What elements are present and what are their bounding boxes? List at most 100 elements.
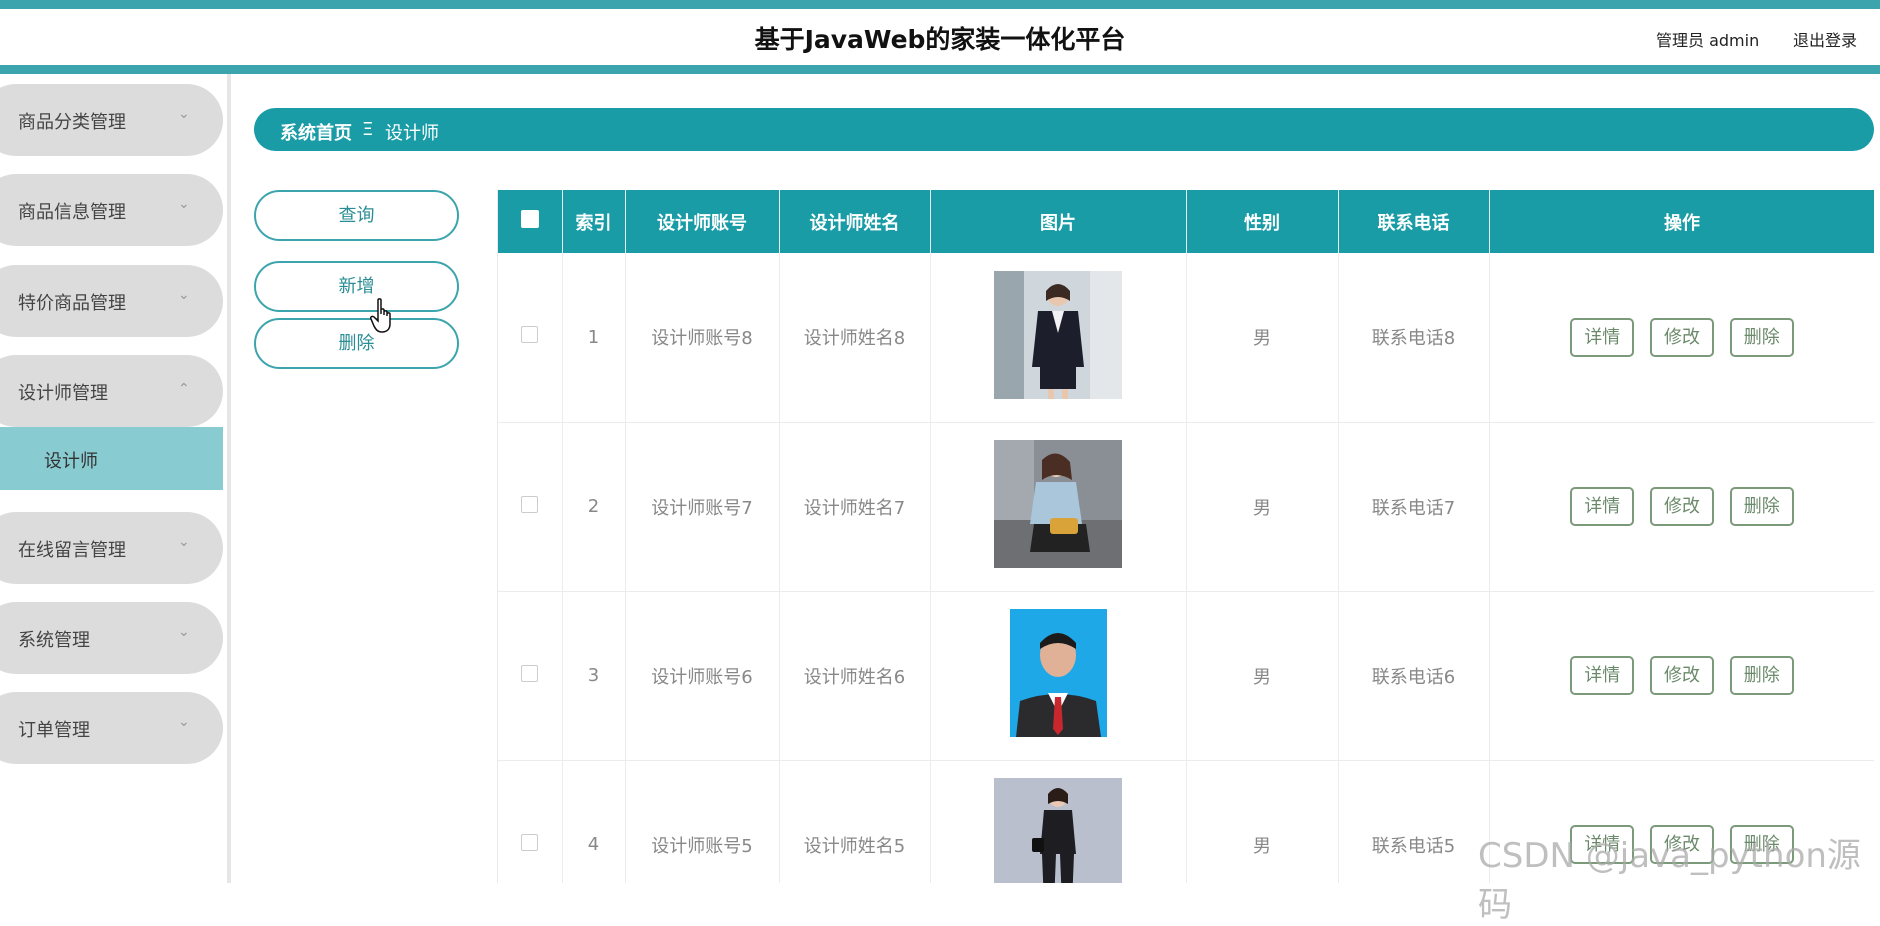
table-row: 1 设计师账号8 设计师姓名8 男 联系电话8 详情 修改 删除 bbox=[498, 253, 1874, 423]
designer-photo bbox=[994, 778, 1122, 883]
row-select-cell bbox=[498, 591, 563, 761]
sidebar-item-label: 商品信息管理 bbox=[18, 202, 126, 223]
index-cell: 2 bbox=[562, 422, 626, 592]
breadcrumb-home[interactable]: 系统首页 bbox=[280, 119, 352, 145]
operations-cell: 详情 修改 删除 bbox=[1489, 591, 1874, 761]
sidebar-subitem-label: 设计师 bbox=[44, 451, 98, 472]
logout-link[interactable]: 退出登录 bbox=[1793, 27, 1857, 51]
table-header-row: 索引 设计师账号 设计师姓名 图片 性别 联系电话 操作 bbox=[498, 190, 1874, 253]
chevron-down-icon: ⌄ bbox=[178, 106, 190, 122]
column-header: 索引 bbox=[562, 190, 626, 253]
table-row: 2 设计师账号7 设计师姓名7 男 联系电话7 详情 修改 删除 bbox=[498, 422, 1874, 592]
header-accent-line bbox=[0, 65, 1880, 74]
sidebar-item-product-category[interactable]: 商品分类管理 ⌄ bbox=[0, 84, 223, 156]
designer-photo bbox=[1009, 609, 1107, 737]
index-cell: 4 bbox=[562, 760, 626, 883]
select-all-checkbox[interactable] bbox=[520, 210, 539, 228]
photo-cell bbox=[930, 760, 1187, 883]
sidebar-item-label: 订单管理 bbox=[18, 720, 90, 741]
detail-button[interactable]: 详情 bbox=[1570, 487, 1635, 526]
name-cell: 设计师姓名7 bbox=[779, 422, 931, 592]
index-cell: 1 bbox=[562, 253, 626, 423]
sidebar-divider bbox=[227, 74, 231, 883]
designer-table: 索引 设计师账号 设计师姓名 图片 性别 联系电话 操作 1 设计师账号8 设计… bbox=[497, 190, 1874, 883]
edit-button[interactable]: 修改 bbox=[1650, 317, 1714, 357]
query-button[interactable]: 查询 bbox=[254, 190, 459, 241]
row-delete-button[interactable]: 删除 bbox=[1729, 487, 1794, 526]
gender-cell: 男 bbox=[1186, 422, 1339, 592]
breadcrumb: 系统首页 Ξ 设计师 bbox=[254, 108, 1874, 151]
detail-button[interactable]: 详情 bbox=[1570, 317, 1635, 357]
photo-cell bbox=[930, 253, 1187, 423]
row-checkbox[interactable] bbox=[521, 495, 539, 513]
column-header: 性别 bbox=[1186, 190, 1339, 253]
sidebar-item-order[interactable]: 订单管理 ⌄ bbox=[0, 692, 223, 764]
phone-cell: 联系电话7 bbox=[1338, 422, 1490, 592]
delete-button[interactable]: 删除 bbox=[254, 318, 459, 369]
phone-cell: 联系电话6 bbox=[1338, 591, 1490, 761]
chevron-up-icon: ⌃ bbox=[178, 381, 190, 397]
detail-button[interactable]: 详情 bbox=[1570, 656, 1635, 695]
sidebar-item-label: 设计师管理 bbox=[18, 383, 108, 404]
row-checkbox[interactable] bbox=[521, 833, 539, 851]
account-cell: 设计师账号8 bbox=[625, 253, 780, 423]
name-cell: 设计师姓名5 bbox=[779, 760, 931, 883]
phone-cell: 联系电话8 bbox=[1338, 253, 1490, 423]
chevron-down-icon: ⌄ bbox=[178, 287, 190, 303]
sidebar-item-label: 在线留言管理 bbox=[18, 540, 126, 561]
sidebar-item-system[interactable]: 系统管理 ⌄ bbox=[0, 602, 223, 674]
sidebar-item-label: 系统管理 bbox=[18, 630, 90, 651]
column-header: 操作 bbox=[1489, 190, 1874, 253]
account-cell: 设计师账号6 bbox=[625, 591, 780, 761]
designer-photo bbox=[994, 440, 1122, 568]
row-select-cell bbox=[498, 760, 563, 883]
account-cell: 设计师账号5 bbox=[625, 760, 780, 883]
row-delete-button[interactable]: 删除 bbox=[1729, 656, 1794, 695]
sidebar-item-label: 特价商品管理 bbox=[18, 293, 126, 314]
admin-label: 管理员 admin bbox=[1656, 31, 1760, 50]
photo-cell bbox=[930, 422, 1187, 592]
gender-cell: 男 bbox=[1186, 253, 1339, 423]
edit-button[interactable]: 修改 bbox=[1650, 656, 1714, 695]
chevron-down-icon: ⌄ bbox=[178, 534, 190, 550]
breadcrumb-separator-icon: Ξ bbox=[362, 119, 374, 140]
hand-cursor-icon bbox=[370, 298, 391, 333]
sidebar-subitem-designer[interactable]: 设计师 bbox=[0, 427, 223, 490]
account-cell: 设计师账号7 bbox=[625, 422, 780, 592]
sidebar-item-product-info[interactable]: 商品信息管理 ⌄ bbox=[0, 174, 223, 246]
table-row: 3 设计师账号6 设计师姓名6 男 联系电话6 详情 修改 删除 bbox=[498, 591, 1874, 761]
index-cell: 3 bbox=[562, 591, 626, 761]
name-cell: 设计师姓名8 bbox=[779, 253, 931, 423]
row-select-cell bbox=[498, 253, 563, 423]
gender-cell: 男 bbox=[1186, 760, 1339, 883]
gender-cell: 男 bbox=[1186, 591, 1339, 761]
row-checkbox[interactable] bbox=[521, 664, 539, 682]
column-header: 设计师账号 bbox=[625, 190, 780, 253]
add-button[interactable]: 新增 bbox=[254, 261, 459, 312]
row-checkbox[interactable] bbox=[521, 326, 539, 344]
operations-cell: 详情 修改 删除 bbox=[1489, 253, 1874, 423]
photo-cell bbox=[930, 591, 1187, 761]
name-cell: 设计师姓名6 bbox=[779, 591, 931, 761]
top-accent-strip bbox=[0, 0, 1880, 9]
column-header: 图片 bbox=[930, 190, 1187, 253]
row-select-cell bbox=[498, 422, 563, 592]
edit-button[interactable]: 修改 bbox=[1650, 487, 1714, 526]
sidebar-item-special-product[interactable]: 特价商品管理 ⌄ bbox=[0, 265, 223, 337]
sidebar-item-label: 商品分类管理 bbox=[18, 112, 126, 133]
breadcrumb-current: 设计师 bbox=[385, 123, 439, 144]
designer-photo bbox=[994, 270, 1122, 399]
chevron-down-icon: ⌄ bbox=[178, 714, 190, 730]
select-all-header bbox=[498, 190, 563, 253]
sidebar-item-designer-management[interactable]: 设计师管理 ⌃ bbox=[0, 355, 223, 427]
sidebar: 商品分类管理 ⌄ 商品信息管理 ⌄ 特价商品管理 ⌄ 设计师管理 ⌃ 设计师 在… bbox=[0, 74, 223, 764]
operations-cell: 详情 修改 删除 bbox=[1489, 422, 1874, 592]
phone-cell: 联系电话5 bbox=[1338, 760, 1490, 883]
column-header: 联系电话 bbox=[1338, 190, 1490, 253]
sidebar-item-message[interactable]: 在线留言管理 ⌄ bbox=[0, 512, 223, 584]
row-delete-button[interactable]: 删除 bbox=[1729, 317, 1794, 357]
app-title: 基于JavaWeb的家装一体化平台 bbox=[754, 25, 1126, 54]
column-header: 设计师姓名 bbox=[779, 190, 931, 253]
chevron-down-icon: ⌄ bbox=[178, 624, 190, 640]
watermark: CSDN @java_python源码 bbox=[1478, 836, 1861, 925]
